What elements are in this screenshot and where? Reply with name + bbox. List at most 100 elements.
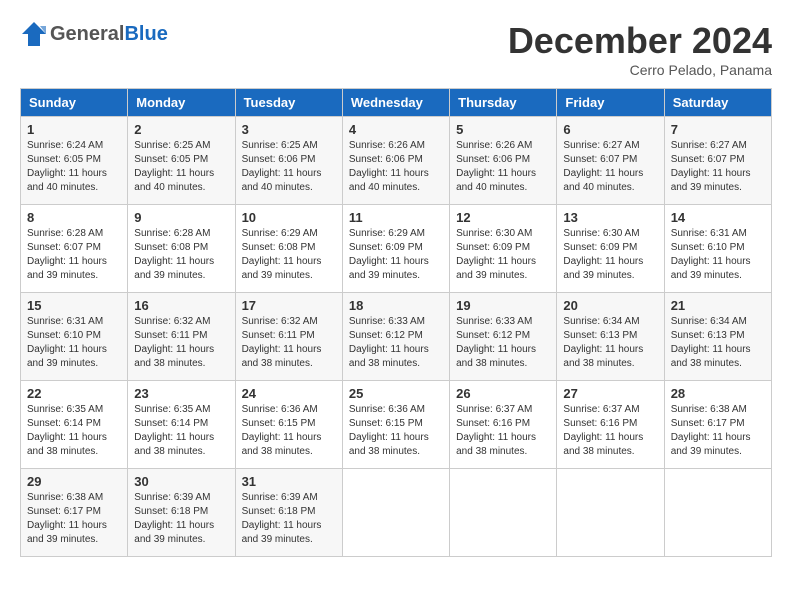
calendar-cell: 13 Sunrise: 6:30 AM Sunset: 6:09 PM Dayli… — [557, 205, 664, 293]
cell-info: Sunrise: 6:39 AM Sunset: 6:18 PM Dayligh… — [134, 491, 228, 547]
calendar-cell: 14 Sunrise: 6:31 AM Sunset: 6:10 PM Dayli… — [664, 205, 771, 293]
calendar-cell: 30 Sunrise: 6:39 AM Sunset: 6:18 PM Dayli… — [128, 469, 235, 557]
day-number: 14 — [671, 210, 765, 225]
calendar-cell: 18 Sunrise: 6:33 AM Sunset: 6:12 PM Dayli… — [342, 293, 449, 381]
calendar-cell: 3 Sunrise: 6:25 AM Sunset: 6:06 PM Daylig… — [235, 117, 342, 205]
calendar-cell: 5 Sunrise: 6:26 AM Sunset: 6:06 PM Daylig… — [450, 117, 557, 205]
calendar-cell: 9 Sunrise: 6:28 AM Sunset: 6:08 PM Daylig… — [128, 205, 235, 293]
cell-info: Sunrise: 6:38 AM Sunset: 6:17 PM Dayligh… — [27, 491, 121, 547]
calendar-cell: 12 Sunrise: 6:30 AM Sunset: 6:09 PM Dayli… — [450, 205, 557, 293]
day-number: 20 — [563, 298, 657, 313]
calendar-cell: 24 Sunrise: 6:36 AM Sunset: 6:15 PM Dayli… — [235, 381, 342, 469]
cell-info: Sunrise: 6:30 AM Sunset: 6:09 PM Dayligh… — [456, 227, 550, 283]
calendar-week-2: 8 Sunrise: 6:28 AM Sunset: 6:07 PM Daylig… — [21, 205, 772, 293]
calendar-table: SundayMondayTuesdayWednesdayThursdayFrid… — [20, 88, 772, 557]
calendar-cell: 20Sunrise: 6:34 AM Sunset: 6:13 PM Dayli… — [557, 293, 664, 381]
calendar-cell: 11 Sunrise: 6:29 AM Sunset: 6:09 PM Dayli… — [342, 205, 449, 293]
day-number: 4 — [349, 122, 443, 137]
day-number: 27 — [563, 386, 657, 401]
day-number: 21 — [671, 298, 765, 313]
cell-info: Sunrise: 6:32 AM Sunset: 6:11 PM Dayligh… — [242, 315, 336, 371]
day-number: 23 — [134, 386, 228, 401]
weekday-header-wednesday: Wednesday — [342, 89, 449, 117]
cell-info: Sunrise: 6:24 AM Sunset: 6:05 PM Dayligh… — [27, 139, 121, 195]
cell-info: Sunrise: 6:33 AM Sunset: 6:12 PM Dayligh… — [349, 315, 443, 371]
calendar-cell: 1 Sunrise: 6:24 AM Sunset: 6:05 PM Daylig… — [21, 117, 128, 205]
day-number: 8 — [27, 210, 121, 225]
calendar-cell: 15 Sunrise: 6:31 AM Sunset: 6:10 PM Dayli… — [21, 293, 128, 381]
calendar-cell: 27 Sunrise: 6:37 AM Sunset: 6:16 PM Dayli… — [557, 381, 664, 469]
day-number: 24 — [242, 386, 336, 401]
calendar-cell: 22 Sunrise: 6:35 AM Sunset: 6:14 PM Dayli… — [21, 381, 128, 469]
day-number: 19 — [456, 298, 550, 313]
cell-info: Sunrise: 6:27 AM Sunset: 6:07 PM Dayligh… — [671, 139, 765, 195]
day-number: 17 — [242, 298, 336, 313]
cell-info: Sunrise: 6:25 AM Sunset: 6:06 PM Dayligh… — [242, 139, 336, 195]
calendar-cell: 28Sunrise: 6:38 AM Sunset: 6:17 PM Dayli… — [664, 381, 771, 469]
cell-info: Sunrise: 6:26 AM Sunset: 6:06 PM Dayligh… — [456, 139, 550, 195]
calendar-body: 1 Sunrise: 6:24 AM Sunset: 6:05 PM Daylig… — [21, 117, 772, 557]
day-number: 26 — [456, 386, 550, 401]
day-number: 31 — [242, 474, 336, 489]
day-number: 10 — [242, 210, 336, 225]
cell-info: Sunrise: 6:33 AM Sunset: 6:12 PM Dayligh… — [456, 315, 550, 371]
month-title: December 2024 — [508, 20, 772, 62]
cell-info: Sunrise: 6:36 AM Sunset: 6:15 PM Dayligh… — [242, 403, 336, 459]
cell-info: Sunrise: 6:37 AM Sunset: 6:16 PM Dayligh… — [456, 403, 550, 459]
cell-info: Sunrise: 6:34 AM Sunset: 6:13 PM Dayligh… — [671, 315, 765, 371]
cell-info: Sunrise: 6:29 AM Sunset: 6:09 PM Dayligh… — [349, 227, 443, 283]
calendar-week-5: 29Sunrise: 6:38 AM Sunset: 6:17 PM Dayli… — [21, 469, 772, 557]
cell-info: Sunrise: 6:37 AM Sunset: 6:16 PM Dayligh… — [563, 403, 657, 459]
day-number: 22 — [27, 386, 121, 401]
title-area: December 2024 Cerro Pelado, Panama — [508, 20, 772, 78]
day-number: 1 — [27, 122, 121, 137]
calendar-cell: 10 Sunrise: 6:29 AM Sunset: 6:08 PM Dayli… — [235, 205, 342, 293]
cell-info: Sunrise: 6:28 AM Sunset: 6:08 PM Dayligh… — [134, 227, 228, 283]
cell-info: Sunrise: 6:35 AM Sunset: 6:14 PM Dayligh… — [134, 403, 228, 459]
day-number: 5 — [456, 122, 550, 137]
weekday-header-thursday: Thursday — [450, 89, 557, 117]
day-number: 25 — [349, 386, 443, 401]
day-number: 6 — [563, 122, 657, 137]
cell-info: Sunrise: 6:29 AM Sunset: 6:08 PM Dayligh… — [242, 227, 336, 283]
page-header: General Blue December 2024 Cerro Pelado,… — [20, 20, 772, 78]
day-number: 15 — [27, 298, 121, 313]
calendar-cell: 23 Sunrise: 6:35 AM Sunset: 6:14 PM Dayli… — [128, 381, 235, 469]
day-number: 3 — [242, 122, 336, 137]
day-number: 11 — [349, 210, 443, 225]
cell-info: Sunrise: 6:28 AM Sunset: 6:07 PM Dayligh… — [27, 227, 121, 283]
day-number: 12 — [456, 210, 550, 225]
day-number: 7 — [671, 122, 765, 137]
cell-info: Sunrise: 6:31 AM Sunset: 6:10 PM Dayligh… — [27, 315, 121, 371]
calendar-cell — [557, 469, 664, 557]
calendar-cell: 7 Sunrise: 6:27 AM Sunset: 6:07 PM Daylig… — [664, 117, 771, 205]
logo-general-text: General — [50, 23, 124, 46]
calendar-cell: 2Sunrise: 6:25 AM Sunset: 6:05 PM Daylig… — [128, 117, 235, 205]
cell-info: Sunrise: 6:31 AM Sunset: 6:10 PM Dayligh… — [671, 227, 765, 283]
cell-info: Sunrise: 6:26 AM Sunset: 6:06 PM Dayligh… — [349, 139, 443, 195]
calendar-week-1: 1 Sunrise: 6:24 AM Sunset: 6:05 PM Daylig… — [21, 117, 772, 205]
cell-info: Sunrise: 6:35 AM Sunset: 6:14 PM Dayligh… — [27, 403, 121, 459]
calendar-cell — [342, 469, 449, 557]
cell-info: Sunrise: 6:27 AM Sunset: 6:07 PM Dayligh… — [563, 139, 657, 195]
calendar-cell: 6 Sunrise: 6:27 AM Sunset: 6:07 PM Daylig… — [557, 117, 664, 205]
day-number: 9 — [134, 210, 228, 225]
calendar-cell: 19 Sunrise: 6:33 AM Sunset: 6:12 PM Dayli… — [450, 293, 557, 381]
cell-info: Sunrise: 6:39 AM Sunset: 6:18 PM Dayligh… — [242, 491, 336, 547]
weekday-header-monday: Monday — [128, 89, 235, 117]
logo-blue-text: Blue — [124, 23, 167, 46]
cell-info: Sunrise: 6:36 AM Sunset: 6:15 PM Dayligh… — [349, 403, 443, 459]
cell-info: Sunrise: 6:30 AM Sunset: 6:09 PM Dayligh… — [563, 227, 657, 283]
day-number: 13 — [563, 210, 657, 225]
calendar-cell: 31 Sunrise: 6:39 AM Sunset: 6:18 PM Dayli… — [235, 469, 342, 557]
calendar-cell: 29Sunrise: 6:38 AM Sunset: 6:17 PM Dayli… — [21, 469, 128, 557]
calendar-cell: 8 Sunrise: 6:28 AM Sunset: 6:07 PM Daylig… — [21, 205, 128, 293]
calendar-cell: 16Sunrise: 6:32 AM Sunset: 6:11 PM Dayli… — [128, 293, 235, 381]
weekday-header-friday: Friday — [557, 89, 664, 117]
weekday-header-sunday: Sunday — [21, 89, 128, 117]
day-number: 16 — [134, 298, 228, 313]
logo-icon — [20, 20, 48, 48]
day-number: 18 — [349, 298, 443, 313]
day-number: 30 — [134, 474, 228, 489]
location-text: Cerro Pelado, Panama — [508, 62, 772, 78]
